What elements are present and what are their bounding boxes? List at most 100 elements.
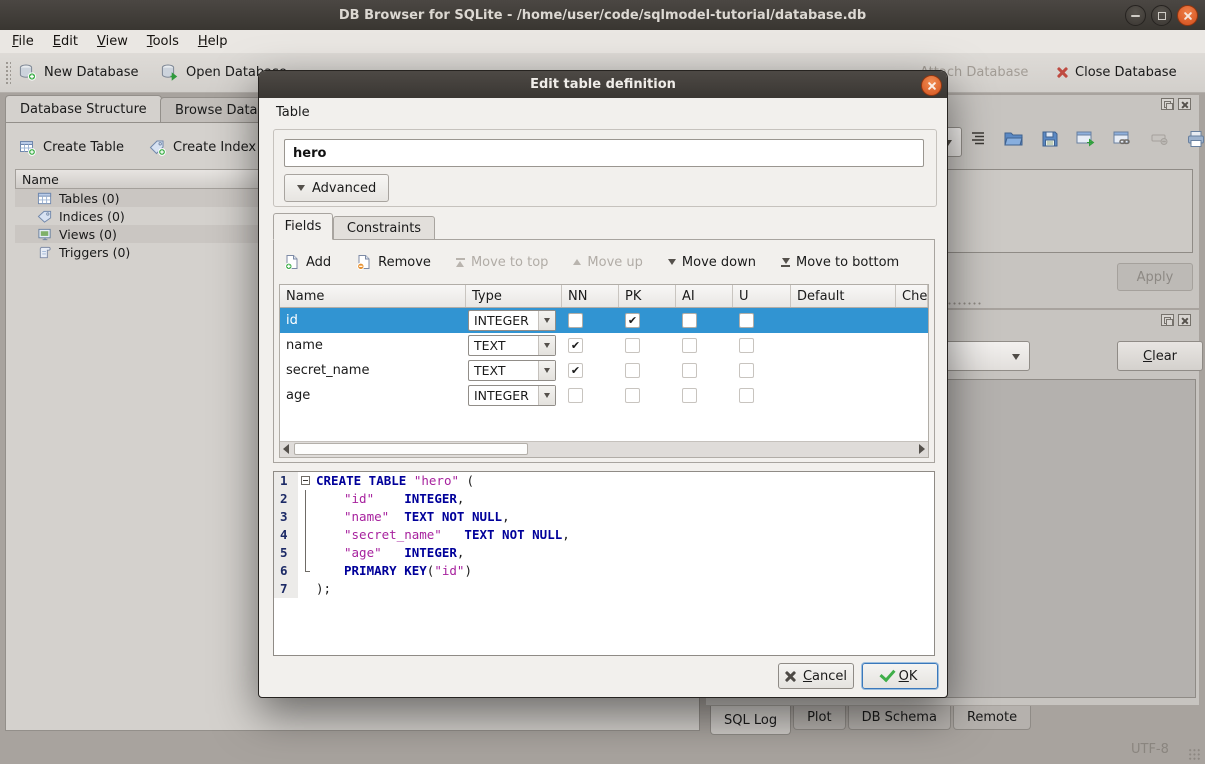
create-table-button[interactable]: Create Table bbox=[19, 135, 124, 159]
new-database-button[interactable]: New Database bbox=[18, 53, 139, 92]
menu-edit[interactable]: Edit bbox=[53, 34, 78, 49]
dialog-title: Edit table definition bbox=[530, 77, 676, 92]
menu-tools[interactable]: Tools bbox=[147, 34, 179, 49]
scroll-right-icon[interactable] bbox=[919, 444, 925, 454]
close-database-button[interactable]: Close Database bbox=[1055, 53, 1177, 92]
type-combobox[interactable]: TEXT bbox=[468, 335, 556, 356]
type-combobox[interactable]: TEXT bbox=[468, 360, 556, 381]
table-name-input[interactable] bbox=[284, 139, 924, 167]
move-down-button[interactable]: Move down bbox=[668, 255, 756, 270]
import-icon[interactable] bbox=[1003, 129, 1025, 149]
pk-checkbox[interactable] bbox=[625, 338, 640, 353]
column-header-u[interactable]: U bbox=[733, 285, 791, 307]
remove-field-button[interactable]: Remove bbox=[356, 254, 431, 270]
resize-grip[interactable] bbox=[1188, 748, 1201, 761]
maximize-button[interactable] bbox=[1151, 5, 1172, 26]
ai-checkbox[interactable] bbox=[682, 388, 697, 403]
move-to-bottom-button[interactable]: Move to bottom bbox=[781, 255, 899, 270]
ai-checkbox[interactable] bbox=[682, 363, 697, 378]
field-name-cell[interactable]: id bbox=[280, 308, 466, 333]
column-header-name[interactable]: Name bbox=[280, 285, 466, 307]
u-checkbox[interactable] bbox=[739, 338, 754, 353]
default-cell[interactable] bbox=[791, 308, 896, 333]
scrollbar-thumb[interactable] bbox=[294, 443, 528, 455]
text-mode-icon[interactable] bbox=[968, 129, 988, 149]
scroll-left-icon[interactable] bbox=[283, 444, 289, 454]
cancel-button[interactable]: Cancel bbox=[778, 663, 854, 689]
default-cell[interactable] bbox=[791, 333, 896, 358]
default-cell[interactable] bbox=[791, 383, 896, 408]
tab-browse-data[interactable]: Browse Data bbox=[160, 97, 273, 123]
column-header-check[interactable]: Check bbox=[896, 285, 928, 307]
field-row-id[interactable]: id INTEGER ✔ bbox=[280, 308, 928, 333]
tab-fields[interactable]: Fields bbox=[273, 213, 333, 240]
add-field-button[interactable]: Add bbox=[284, 254, 331, 270]
sql-preview[interactable]: 1 CREATE TABLE "hero" ( 2 "id" INTEGER, … bbox=[273, 471, 935, 656]
type-combobox[interactable]: INTEGER bbox=[468, 385, 556, 406]
clear-log-button[interactable]: Clear bbox=[1117, 341, 1203, 371]
tab-database-structure[interactable]: Database Structure bbox=[5, 95, 162, 123]
tab-db-schema[interactable]: DB Schema bbox=[848, 706, 951, 730]
check-cell[interactable] bbox=[896, 383, 928, 408]
tab-sql-log[interactable]: SQL Log bbox=[710, 706, 791, 735]
column-header-nn[interactable]: NN bbox=[562, 285, 619, 307]
minimize-button[interactable] bbox=[1125, 5, 1146, 26]
field-name-cell[interactable]: name bbox=[280, 333, 466, 358]
dialog-close-button[interactable] bbox=[921, 75, 942, 96]
pk-checkbox[interactable] bbox=[625, 388, 640, 403]
window-titlebar[interactable]: DB Browser for SQLite - /home/user/code/… bbox=[0, 0, 1205, 31]
ok-button[interactable]: OK bbox=[862, 663, 938, 689]
menu-help[interactable]: Help bbox=[198, 34, 228, 49]
export-icon[interactable] bbox=[1040, 129, 1060, 149]
field-row-name[interactable]: name TEXT ✔ bbox=[280, 333, 928, 358]
nn-checkbox[interactable]: ✔ bbox=[568, 338, 583, 353]
column-header-ai[interactable]: AI bbox=[676, 285, 733, 307]
u-checkbox[interactable] bbox=[739, 388, 754, 403]
pk-checkbox[interactable]: ✔ bbox=[625, 313, 640, 328]
ai-checkbox[interactable] bbox=[682, 338, 697, 353]
tab-remote[interactable]: Remote bbox=[953, 706, 1031, 730]
views-icon bbox=[37, 227, 53, 242]
default-cell[interactable] bbox=[791, 358, 896, 383]
column-header-default[interactable]: Default bbox=[791, 285, 896, 307]
column-header-type[interactable]: Type bbox=[466, 285, 562, 307]
check-cell[interactable] bbox=[896, 333, 928, 358]
toolbar-grip[interactable] bbox=[5, 61, 11, 85]
tab-constraints[interactable]: Constraints bbox=[333, 216, 435, 240]
open-in-window-icon[interactable] bbox=[1075, 129, 1097, 149]
u-checkbox[interactable] bbox=[739, 363, 754, 378]
encoding-label: UTF-8 bbox=[1131, 742, 1169, 757]
close-window-button[interactable] bbox=[1177, 5, 1198, 26]
field-name-cell[interactable]: secret_name bbox=[280, 358, 466, 383]
field-row-age[interactable]: age INTEGER bbox=[280, 383, 928, 408]
create-index-button[interactable]: Create Index bbox=[149, 135, 256, 159]
tab-plot[interactable]: Plot bbox=[793, 706, 846, 730]
advanced-button[interactable]: Advanced bbox=[284, 174, 389, 202]
float-dock-button[interactable] bbox=[1161, 314, 1174, 326]
dialog-titlebar[interactable]: Edit table definition bbox=[259, 71, 947, 98]
nn-checkbox[interactable] bbox=[568, 313, 583, 328]
tab-database-structure-label: Database Structure bbox=[20, 102, 147, 117]
print-icon[interactable] bbox=[1186, 129, 1205, 149]
u-checkbox[interactable] bbox=[739, 313, 754, 328]
column-header-pk[interactable]: PK bbox=[619, 285, 676, 307]
close-dock-button[interactable] bbox=[1178, 314, 1191, 326]
nn-checkbox[interactable] bbox=[568, 388, 583, 403]
horizontal-scrollbar[interactable] bbox=[280, 441, 928, 457]
sql-line: 5 "age" INTEGER, bbox=[274, 544, 934, 562]
menu-view[interactable]: View bbox=[97, 34, 128, 49]
ai-checkbox[interactable] bbox=[682, 313, 697, 328]
nn-checkbox[interactable]: ✔ bbox=[568, 363, 583, 378]
fold-collapse-icon[interactable] bbox=[301, 476, 310, 485]
field-name-cell[interactable]: age bbox=[280, 383, 466, 408]
link-cell-icon[interactable] bbox=[1112, 129, 1134, 149]
float-dock-button[interactable] bbox=[1161, 98, 1174, 110]
check-cell[interactable] bbox=[896, 308, 928, 333]
pk-checkbox[interactable] bbox=[625, 363, 640, 378]
menu-file[interactable]: File bbox=[12, 34, 34, 49]
check-cell[interactable] bbox=[896, 358, 928, 383]
type-combobox[interactable]: INTEGER bbox=[468, 310, 556, 331]
field-row-secret-name[interactable]: secret_name TEXT ✔ bbox=[280, 358, 928, 383]
sql-line: 1 CREATE TABLE "hero" ( bbox=[274, 472, 934, 490]
close-dock-button[interactable] bbox=[1178, 98, 1191, 110]
